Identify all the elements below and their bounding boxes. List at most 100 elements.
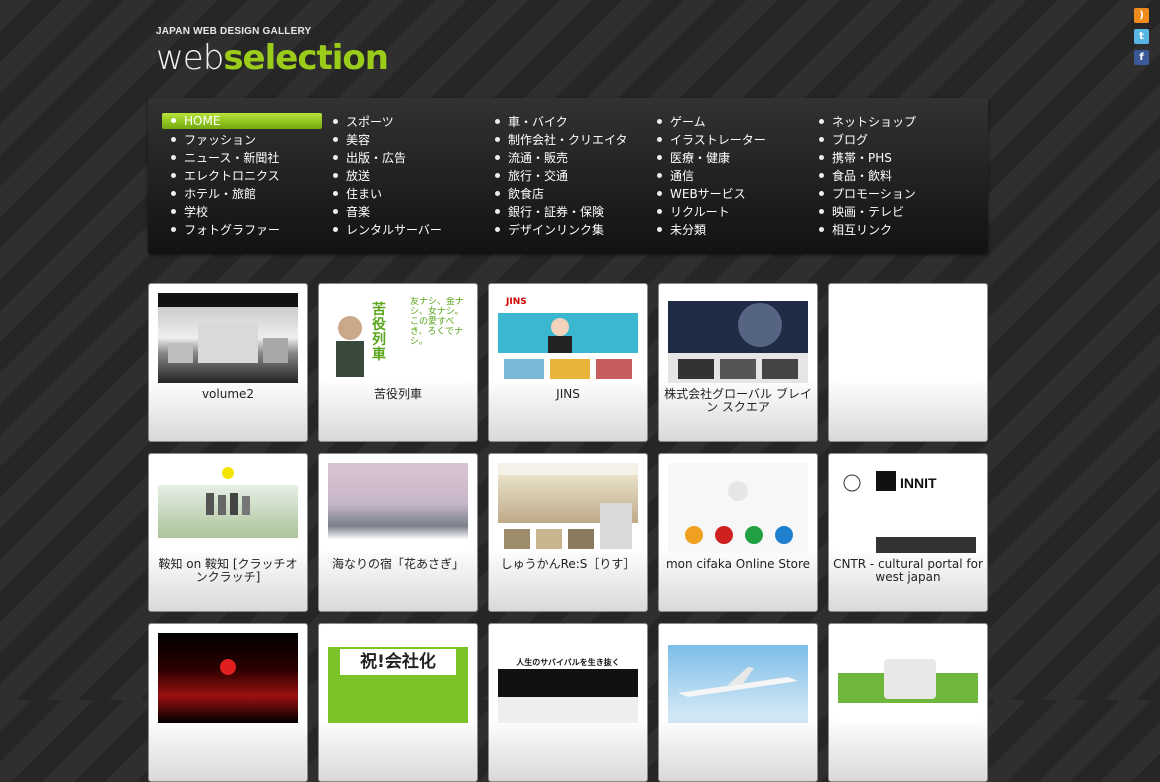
nav-item[interactable]: イラストレーター bbox=[648, 131, 766, 149]
card-caption: 苦役列車 bbox=[373, 387, 422, 401]
site-thumbnail[interactable] bbox=[158, 293, 298, 383]
nav-item-label: 携帯・PHS bbox=[832, 151, 892, 165]
site-thumbnail[interactable] bbox=[668, 463, 808, 553]
site-thumbnail[interactable] bbox=[498, 463, 638, 553]
nav-item[interactable]: 飲食店 bbox=[486, 185, 628, 203]
bullet-icon bbox=[333, 191, 338, 196]
gallery-card[interactable]: JINS JINS bbox=[488, 283, 648, 442]
site-thumbnail[interactable] bbox=[838, 633, 978, 723]
nav-item[interactable]: デザインリンク集 bbox=[486, 221, 628, 239]
twitter-icon[interactable]: t bbox=[1134, 29, 1149, 44]
gallery-card[interactable]: しゅうかんRe:S［りす］ bbox=[488, 453, 648, 612]
site-thumbnail[interactable]: 苦役列車 友ナシ、金ナシ、女ナシ。この愛すべき、ろくでナシ。 bbox=[328, 293, 468, 383]
nav-item[interactable]: 音楽 bbox=[324, 203, 442, 221]
site-thumbnail[interactable] bbox=[668, 293, 808, 383]
site-thumbnail[interactable]: INNIT bbox=[838, 463, 978, 553]
thumb-shape bbox=[720, 359, 756, 379]
facebook-icon[interactable]: f bbox=[1134, 50, 1149, 65]
nav-item-home[interactable]: HOME bbox=[162, 113, 322, 129]
bullet-icon bbox=[819, 119, 824, 124]
nav-item[interactable]: 食品・飲料 bbox=[810, 167, 916, 185]
nav-item[interactable]: 制作会社・クリエイタ bbox=[486, 131, 628, 149]
nav-item[interactable]: スポーツ bbox=[324, 113, 442, 131]
nav-item[interactable]: 出版・広告 bbox=[324, 149, 442, 167]
nav-item-label: デザインリンク集 bbox=[508, 223, 605, 237]
gallery-card[interactable] bbox=[658, 623, 818, 782]
nav-item[interactable]: ファッション bbox=[162, 131, 322, 149]
nav-item[interactable]: ネットショップ bbox=[810, 113, 916, 131]
nav-item[interactable]: 映画・テレビ bbox=[810, 203, 916, 221]
thumb-shape bbox=[536, 529, 562, 549]
nav-item[interactable]: 旅行・交通 bbox=[486, 167, 628, 185]
bullet-icon bbox=[657, 209, 662, 214]
nav-item-label: ゲーム bbox=[670, 115, 706, 129]
bullet-icon bbox=[819, 137, 824, 142]
nav-item[interactable]: 学校 bbox=[162, 203, 322, 221]
nav-item[interactable]: リクルート bbox=[648, 203, 766, 221]
gallery-card[interactable]: mon cifaka Online Store bbox=[658, 453, 818, 612]
nav-item[interactable]: 携帯・PHS bbox=[810, 149, 916, 167]
rss-icon[interactable]: ) bbox=[1134, 8, 1149, 23]
bullet-icon bbox=[495, 191, 500, 196]
gallery-card[interactable] bbox=[148, 623, 308, 782]
site-thumbnail[interactable] bbox=[158, 463, 298, 553]
bullet-icon bbox=[333, 155, 338, 160]
bullet-icon bbox=[657, 173, 662, 178]
gallery-card[interactable] bbox=[828, 623, 988, 782]
nav-item-label: レンタルサーバー bbox=[346, 223, 442, 237]
bullet-icon bbox=[819, 155, 824, 160]
nav-item[interactable]: WEBサービス bbox=[648, 185, 766, 203]
site-thumbnail[interactable]: 祝!会社化 bbox=[328, 633, 468, 723]
gallery-card[interactable] bbox=[828, 283, 988, 442]
gallery-card[interactable]: 祝!会社化 bbox=[318, 623, 478, 782]
gallery-card[interactable]: 苦役列車 友ナシ、金ナシ、女ナシ。この愛すべき、ろくでナシ。 苦役列車 bbox=[318, 283, 478, 442]
nav-item-label: ホテル・旅館 bbox=[184, 187, 257, 201]
nav-item-label: フォトグラファー bbox=[184, 223, 281, 237]
nav-item[interactable]: ニュース・新聞社 bbox=[162, 149, 322, 167]
site-logo[interactable]: webselection bbox=[156, 39, 389, 77]
nav-item[interactable]: フォトグラファー bbox=[162, 221, 322, 239]
site-thumbnail[interactable]: 人生のサバイバルを生き抜く bbox=[498, 633, 638, 723]
nav-item[interactable]: 車・バイク bbox=[486, 113, 628, 131]
nav-item[interactable]: 美容 bbox=[324, 131, 442, 149]
bullet-icon bbox=[819, 191, 824, 196]
nav-item[interactable]: ブログ bbox=[810, 131, 916, 149]
nav-item[interactable]: 通信 bbox=[648, 167, 766, 185]
nav-item[interactable]: 医療・健康 bbox=[648, 149, 766, 167]
gallery-card[interactable]: 株式会社グローバル ブレイン スクエア bbox=[658, 283, 818, 442]
thumbnail-graphic bbox=[168, 323, 288, 363]
nav-item-label: エレクトロニクス bbox=[184, 169, 280, 183]
nav-item-label: 制作会社・クリエイタ bbox=[508, 133, 628, 147]
site-thumbnail[interactable] bbox=[668, 633, 808, 723]
bullet-icon bbox=[333, 119, 338, 124]
bullet-icon bbox=[495, 137, 500, 142]
gallery-card[interactable]: volume2 bbox=[148, 283, 308, 442]
nav-item[interactable]: エレクトロニクス bbox=[162, 167, 322, 185]
thumb-shape bbox=[715, 526, 733, 544]
card-caption: 鞍知 on 鞍知 [クラッチオンクラッチ] bbox=[158, 557, 298, 584]
nav-column-1: HOME ファッション ニュース・新聞社 エレクトロニクス ホテル・旅館 学校 … bbox=[162, 113, 322, 239]
thumb-block bbox=[198, 323, 258, 363]
gallery-card[interactable]: 人生のサバイバルを生き抜く bbox=[488, 623, 648, 782]
bullet-icon bbox=[333, 209, 338, 214]
gallery-card[interactable]: INNIT CNTR - cultural portal for west ja… bbox=[828, 453, 988, 612]
nav-item[interactable]: 銀行・証券・保険 bbox=[486, 203, 628, 221]
nav-item[interactable]: 流通・販売 bbox=[486, 149, 628, 167]
bullet-icon bbox=[657, 155, 662, 160]
gallery-card[interactable]: 鞍知 on 鞍知 [クラッチオンクラッチ] bbox=[148, 453, 308, 612]
bullet-icon bbox=[657, 227, 662, 232]
nav-item[interactable]: レンタルサーバー bbox=[324, 221, 442, 239]
nav-item[interactable]: 未分類 bbox=[648, 221, 766, 239]
gallery-card[interactable]: 海なりの宿「花あさぎ」 bbox=[318, 453, 478, 612]
nav-item[interactable]: ゲーム bbox=[648, 113, 766, 131]
nav-item[interactable]: ホテル・旅館 bbox=[162, 185, 322, 203]
site-thumbnail[interactable]: JINS bbox=[498, 293, 638, 383]
nav-item[interactable]: プロモーション bbox=[810, 185, 916, 203]
nav-item[interactable]: 相互リンク bbox=[810, 221, 916, 239]
nav-item[interactable]: 放送 bbox=[324, 167, 442, 185]
site-thumbnail[interactable] bbox=[838, 293, 978, 383]
site-thumbnail[interactable] bbox=[328, 463, 468, 553]
nav-item[interactable]: 住まい bbox=[324, 185, 442, 203]
nav-column-3: 車・バイク 制作会社・クリエイタ 流通・販売 旅行・交通 飲食店 銀行・証券・保… bbox=[486, 113, 628, 239]
site-thumbnail[interactable] bbox=[158, 633, 298, 723]
